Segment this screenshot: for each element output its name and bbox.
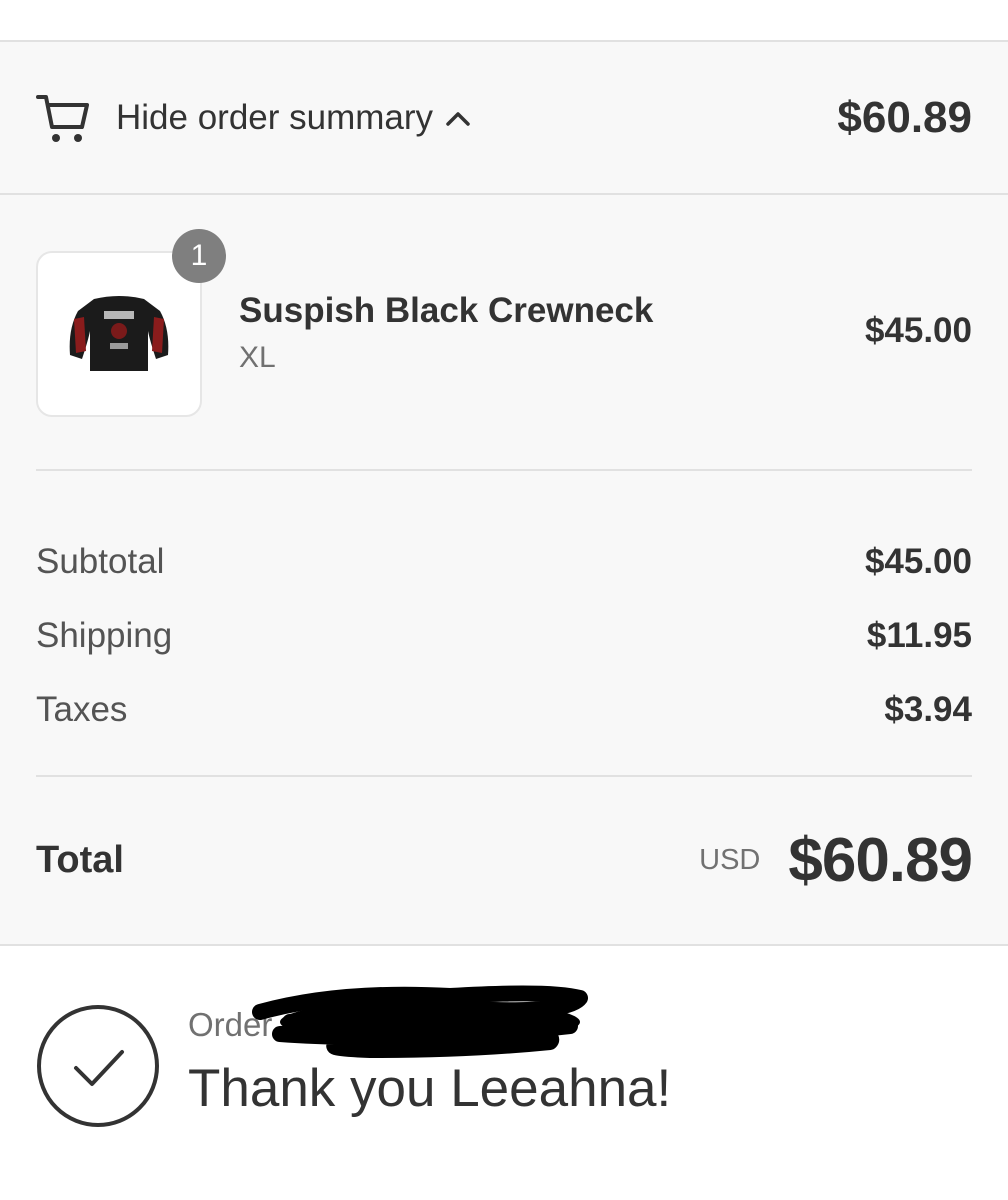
order-summary-toggle-label: Hide order summary <box>116 97 434 137</box>
total-row: Total USD $60.89 <box>36 777 973 944</box>
check-circle-icon <box>37 1005 159 1127</box>
line-item: 1 Suspish Black Crewneck XL $45.00 <box>36 195 972 471</box>
quantity-badge: 1 <box>172 229 226 283</box>
subtotal-label: Subtotal <box>36 542 165 581</box>
shipping-label: Shipping <box>36 616 173 655</box>
shipping-value: $11.95 <box>866 616 972 655</box>
taxes-row: Taxes $3.94 <box>36 673 972 747</box>
product-thumbnail <box>36 251 202 417</box>
subtotal-value: $45.00 <box>864 542 972 581</box>
total-amount-group: USD $60.89 <box>699 825 973 896</box>
order-summary-toggle[interactable]: Hide order summary $60.89 <box>0 42 1008 195</box>
total-label: Total <box>36 839 124 881</box>
currency-code: USD <box>699 844 761 876</box>
order-summary-body: 1 Suspish Black Crewneck XL $45.00 Subto… <box>0 195 1008 946</box>
order-confirmation: Order Thank you Leeahna! <box>0 946 1008 1198</box>
order-summary-toggle-button[interactable]: Hide order summary <box>36 91 471 145</box>
chevron-up-icon <box>446 111 470 126</box>
top-strip <box>0 0 1008 42</box>
product-info: Suspish Black Crewneck XL <box>239 291 653 375</box>
cost-breakdown: Subtotal $45.00 Shipping $11.95 Taxes $3… <box>36 471 972 777</box>
taxes-value: $3.94 <box>884 690 972 729</box>
total-amount: $60.89 <box>788 826 973 895</box>
redaction-scribble <box>252 985 588 1058</box>
subtotal-row: Subtotal $45.00 <box>36 525 972 599</box>
shipping-row: Shipping $11.95 <box>36 599 972 673</box>
product-name: Suspish Black Crewneck <box>239 291 654 330</box>
product-variant: XL <box>239 341 276 374</box>
crewneck-sweatshirt-image <box>69 296 169 371</box>
cart-icon <box>36 94 89 142</box>
taxes-label: Taxes <box>36 690 128 729</box>
product-price: $45.00 <box>864 311 972 350</box>
thank-you-message: Thank you Leeahna! <box>188 1059 672 1118</box>
order-summary-total: $60.89 <box>837 92 972 142</box>
